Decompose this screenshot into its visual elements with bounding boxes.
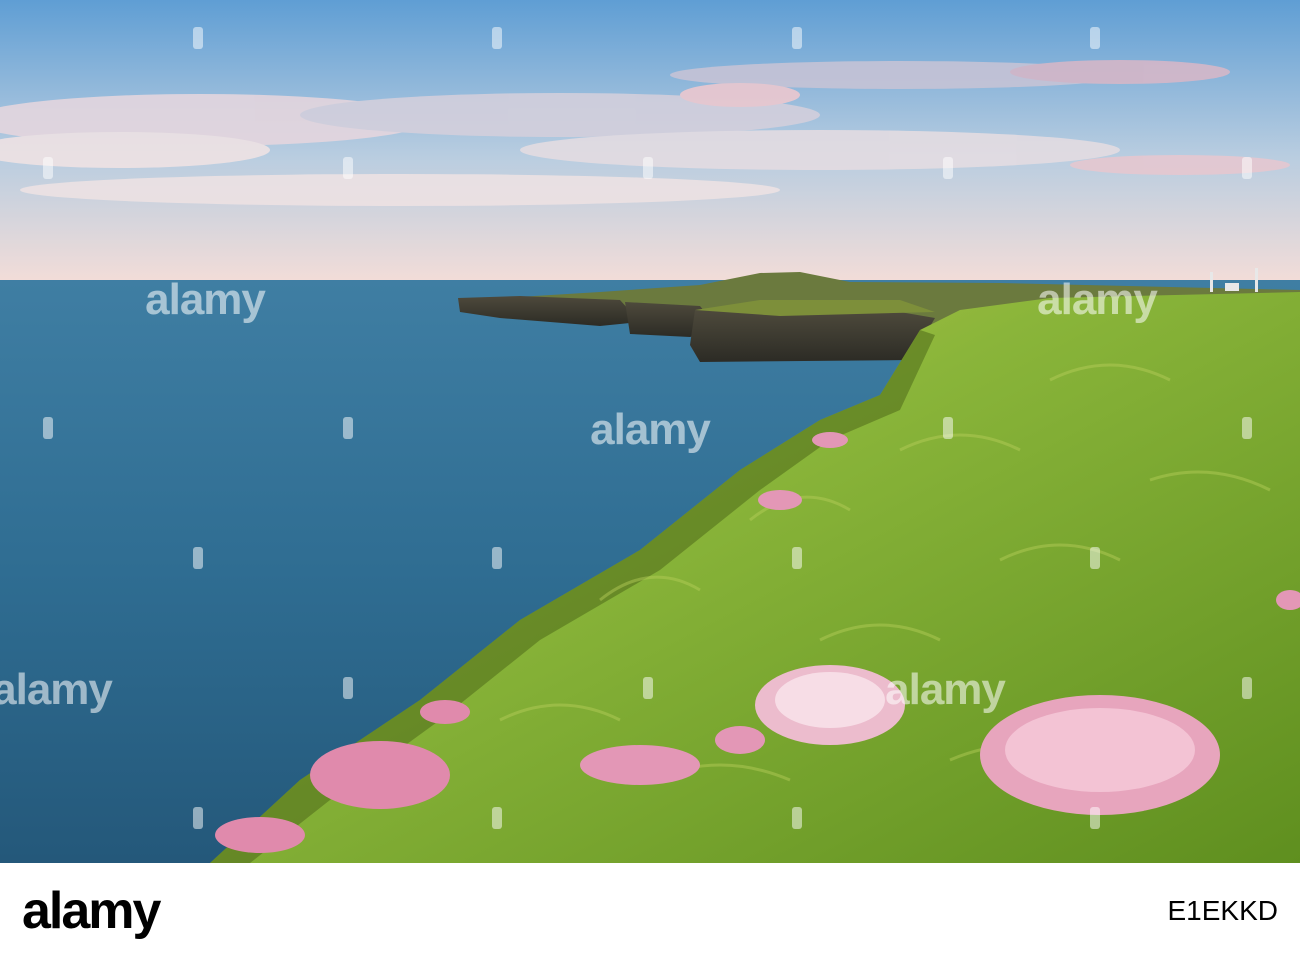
watermark-mark — [43, 417, 53, 439]
watermark-mark — [792, 807, 802, 829]
watermark-mark — [792, 27, 802, 49]
watermark-text: alamy — [590, 405, 711, 454]
watermark-mark — [193, 547, 203, 569]
watermark-mark — [792, 547, 802, 569]
watermark-text: alamy — [885, 665, 1006, 714]
watermark-mark — [1242, 677, 1252, 699]
watermark-mark — [193, 27, 203, 49]
watermark-mark — [343, 157, 353, 179]
watermark-mark — [1090, 27, 1100, 49]
watermark-mark — [943, 157, 953, 179]
watermark-mark — [193, 807, 203, 829]
watermark-mark — [1242, 417, 1252, 439]
photo: alamy alamy alamy alamy alamy — [0, 0, 1300, 863]
watermark-mark — [492, 27, 502, 49]
footer-bar: alamy E1EKKD — [0, 863, 1300, 953]
alamy-logo[interactable]: alamy — [22, 881, 161, 941]
watermark-mark — [643, 157, 653, 179]
watermark-mark — [343, 417, 353, 439]
watermark-mark — [492, 547, 502, 569]
image-id: E1EKKD — [1167, 895, 1279, 926]
watermark-text: alamy — [1037, 275, 1158, 324]
watermark-text: alamy — [0, 665, 113, 714]
watermark-mark — [1242, 157, 1252, 179]
watermark-mark — [1090, 547, 1100, 569]
watermark-mark — [492, 807, 502, 829]
watermark-mark — [943, 417, 953, 439]
watermark-mark — [343, 677, 353, 699]
watermark-mark — [1090, 807, 1100, 829]
cliff-near — [690, 310, 935, 362]
watermark-mark — [643, 677, 653, 699]
watermark-text: alamy — [145, 275, 266, 324]
watermark-mark — [43, 157, 53, 179]
